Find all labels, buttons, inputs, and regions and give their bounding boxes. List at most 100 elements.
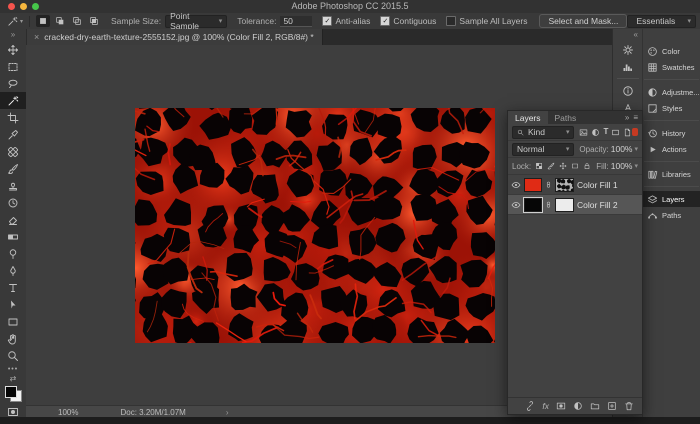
tools-panel: » ••• ⇄ — [0, 29, 27, 417]
mask-link-icon — [545, 181, 552, 188]
folder-icon[interactable] — [590, 401, 600, 411]
dock-item-label: Paths — [662, 211, 681, 220]
layer-row-color-fill-2[interactable]: Color Fill 2 — [508, 195, 642, 215]
half-icon[interactable] — [573, 401, 583, 411]
dock-item-adjustme-[interactable]: Adjustme... — [642, 84, 700, 100]
tool-eyedropper[interactable] — [0, 126, 26, 143]
layer-name[interactable]: Color Fill 1 — [577, 180, 618, 190]
layer-row-color-fill-1[interactable]: Color Fill 1 — [508, 175, 642, 195]
tab-paths[interactable]: Paths — [548, 111, 584, 124]
dock-item-actions[interactable]: Actions — [642, 141, 700, 157]
workspace-dropdown[interactable]: Essentials▾ — [627, 15, 696, 28]
fill-value[interactable]: 100% — [611, 161, 633, 171]
filter-type-icon[interactable]: T — [603, 128, 608, 136]
anti-alias-checkbox[interactable]: ✓ Anti-alias — [322, 16, 370, 26]
add-selection-button[interactable] — [53, 15, 67, 27]
lock-brush-icon[interactable] — [547, 162, 555, 170]
subtract-selection-button[interactable] — [70, 15, 84, 27]
libraries-icon — [647, 169, 658, 180]
contiguous-checkbox[interactable]: ✓ Contiguous — [380, 16, 436, 26]
lock-move-icon[interactable] — [559, 162, 567, 170]
tool-crop[interactable] — [0, 109, 26, 126]
tool-type[interactable] — [0, 279, 26, 296]
select-and-mask-button[interactable]: Select and Mask... — [539, 14, 627, 28]
dock-item-label: Actions — [662, 145, 687, 154]
filter-half-icon[interactable] — [591, 128, 600, 137]
lock-checker-icon[interactable] — [535, 162, 543, 170]
layer-mask-thumbnail[interactable] — [555, 178, 574, 192]
link-icon[interactable] — [525, 401, 535, 411]
dock-item-layers[interactable]: Layers — [642, 191, 700, 207]
sample-all-layers-checkbox[interactable]: Sample All Layers — [446, 16, 527, 26]
title-bar: Adobe Photoshop CC 2015.5 — [0, 0, 700, 14]
filter-image-icon[interactable] — [579, 128, 588, 137]
layer-fx-icon[interactable]: fx — [542, 401, 549, 411]
tool-hand[interactable] — [0, 330, 26, 347]
tool-marquee[interactable] — [0, 58, 26, 75]
tool-shape[interactable] — [0, 313, 26, 330]
filter-shape-icon[interactable] — [611, 128, 620, 137]
visibility-eye-icon[interactable] — [511, 180, 521, 190]
filter-file-icon[interactable] — [623, 128, 632, 137]
filter-toggle-icon[interactable] — [632, 128, 638, 136]
zoom-level[interactable]: 100% — [58, 408, 78, 417]
tool-zoom[interactable] — [0, 347, 26, 364]
edit-toolbar-icon[interactable]: ••• — [8, 366, 18, 373]
tool-brush[interactable] — [0, 160, 26, 177]
opacity-value[interactable]: 100% — [611, 144, 633, 154]
tool-pen[interactable] — [0, 262, 26, 279]
expand-panels-icon[interactable]: « — [634, 29, 638, 41]
document-image[interactable] — [135, 108, 495, 343]
tool-healing[interactable] — [0, 143, 26, 160]
tool-path-select[interactable] — [0, 296, 26, 313]
dock-item-swatches[interactable]: Swatches — [642, 59, 700, 75]
dock-item-color[interactable]: Color — [642, 43, 700, 59]
panel-menu-icon[interactable]: ≡ — [633, 113, 638, 122]
new-selection-button[interactable] — [36, 15, 50, 27]
collapse-panel-icon[interactable]: » — [625, 113, 629, 122]
tool-lasso[interactable] — [0, 75, 26, 92]
blend-mode-dropdown[interactable]: Normal ▾ — [512, 143, 574, 156]
status-options-icon[interactable]: › — [226, 408, 229, 417]
tool-eraser[interactable] — [0, 211, 26, 228]
paths-icon — [647, 210, 658, 221]
close-tab-icon[interactable]: × — [34, 32, 39, 42]
tab-layers[interactable]: Layers — [508, 111, 548, 124]
tool-move[interactable] — [0, 41, 26, 58]
visibility-eye-icon[interactable] — [511, 200, 521, 210]
foreground-color-swatch[interactable] — [5, 386, 17, 398]
checkbox-icon: ✓ — [322, 16, 332, 26]
layer-mask-thumbnail[interactable] — [555, 198, 574, 212]
dock-item-libraries[interactable]: Libraries — [642, 166, 700, 182]
filter-kind-dropdown[interactable]: Kind ▾ — [512, 126, 574, 139]
layer-color-thumbnail[interactable] — [524, 178, 542, 192]
newlayer-icon[interactable] — [607, 401, 617, 411]
document-tab[interactable]: × cracked-dry-earth-texture-2555152.jpg … — [26, 29, 323, 45]
collapsed-panel-sun[interactable] — [613, 41, 642, 58]
layer-name[interactable]: Color Fill 2 — [577, 200, 618, 210]
intersect-selection-button[interactable] — [87, 15, 101, 27]
window-title: Adobe Photoshop CC 2015.5 — [0, 1, 700, 11]
swap-colors-icon[interactable]: ⇄ — [10, 375, 17, 383]
mask-icon[interactable] — [556, 401, 566, 411]
tool-dodge[interactable] — [0, 245, 26, 262]
lock-shape-icon[interactable] — [571, 162, 579, 170]
mask-link-icon — [545, 201, 552, 208]
collapse-tools-icon[interactable]: » — [11, 29, 15, 41]
collapsed-panel-histogram[interactable] — [613, 58, 642, 75]
sample-size-dropdown[interactable]: Point Sample▾ — [165, 15, 227, 28]
trash-icon[interactable] — [624, 401, 634, 411]
tool-preset-picker[interactable]: ▾ — [7, 16, 30, 27]
tool-history-brush[interactable] — [0, 194, 26, 211]
tool-gradient[interactable] — [0, 228, 26, 245]
dock-item-paths[interactable]: Paths — [642, 207, 700, 223]
layer-color-thumbnail[interactable] — [524, 198, 542, 212]
tolerance-input[interactable]: 50 — [280, 16, 312, 27]
tool-clone-stamp[interactable] — [0, 177, 26, 194]
dock-item-styles[interactable]: Styles — [642, 100, 700, 116]
tool-magic-wand[interactable] — [0, 92, 26, 109]
collapsed-panel-info[interactable] — [613, 82, 642, 99]
dock-item-history[interactable]: History — [642, 125, 700, 141]
lock-lock-icon[interactable] — [583, 162, 591, 170]
tool-list — [0, 41, 26, 364]
